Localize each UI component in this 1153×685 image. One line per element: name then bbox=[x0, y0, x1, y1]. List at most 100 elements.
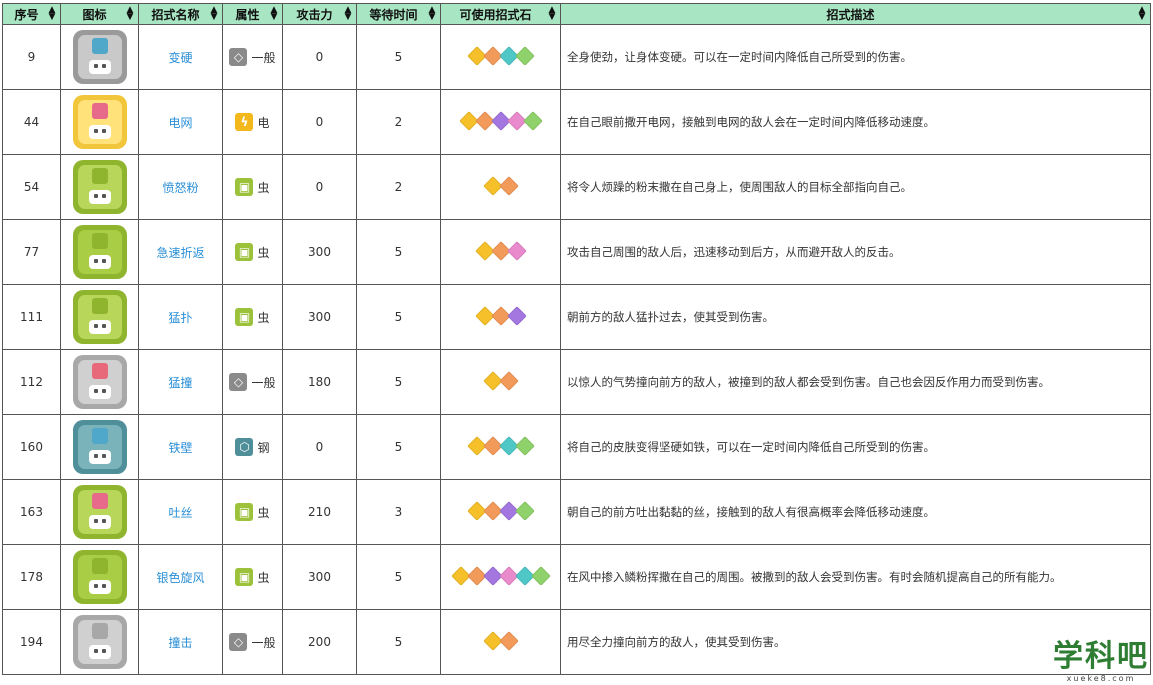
watermark-url: xueke8.com bbox=[1066, 674, 1136, 683]
cell-icon bbox=[60, 544, 139, 610]
table-row: 163 吐丝 ▣ 虫 210 3 朝自己的前方吐出黏黏的丝，接触到的敌人有很高概率会降低移动… bbox=[2, 479, 1151, 545]
sort-icon[interactable]: ▲ ▼ bbox=[210, 6, 218, 22]
type-icon: ▣ bbox=[235, 178, 254, 196]
header-col-stones[interactable]: 可使用招式石 ▲ ▼ bbox=[440, 3, 561, 25]
header-col-id[interactable]: 序号 ▲ ▼ bbox=[2, 3, 61, 25]
cell-type: ϟ电 bbox=[222, 89, 283, 155]
cell-attack: 210 bbox=[282, 479, 357, 545]
cell-icon bbox=[60, 284, 139, 350]
cell-name[interactable]: 猛扑 bbox=[138, 284, 223, 350]
tackle-icon[interactable] bbox=[72, 615, 127, 669]
sort-icon[interactable]: ▲ ▼ bbox=[548, 6, 556, 22]
angry-powder-icon[interactable] bbox=[72, 160, 127, 214]
cell-name[interactable]: 铁壁 bbox=[138, 414, 223, 480]
table-row: 194 撞击 ◇ 一般 200 5 用尽全力撞向前方的敌人，使其受到伤害。 bbox=[2, 609, 1151, 675]
cell-wait: 5 bbox=[356, 414, 441, 480]
move-stone-icon[interactable] bbox=[530, 565, 551, 586]
header-label: 等待时间 bbox=[369, 7, 418, 22]
cell-type: ⬡ 钢 bbox=[222, 414, 283, 480]
cell-wait: 3 bbox=[356, 479, 441, 545]
table-row: 178 银色旋风 ▣ 虫 300 5 在风中掺入鳞粉挥撒在自己的周围。被撒到的敌人会受到伤害… bbox=[2, 544, 1151, 610]
cell-attack: 0 bbox=[282, 414, 357, 480]
header-label: 招式名称 bbox=[151, 7, 200, 22]
move-stone-icon[interactable] bbox=[498, 630, 519, 651]
sort-icon[interactable]: ▲ ▼ bbox=[126, 6, 134, 22]
type-icon: ▣ bbox=[235, 568, 254, 586]
move-stone-icon[interactable] bbox=[514, 45, 535, 66]
header-col-name[interactable]: 招式名称 ▲ ▼ bbox=[138, 3, 223, 25]
cell-type: ◇ 一般 bbox=[222, 349, 283, 415]
cell-name[interactable]: 电网 bbox=[138, 89, 223, 155]
header-col-wait[interactable]: 等待时间 ▲ ▼ bbox=[356, 3, 441, 25]
type-icon: ◇ bbox=[229, 48, 248, 66]
cell-stones bbox=[440, 154, 561, 220]
cell-stones bbox=[440, 219, 561, 285]
cell-wait: 2 bbox=[356, 154, 441, 220]
type-icon: ▣ bbox=[235, 503, 254, 521]
cell-attack: 300 bbox=[282, 284, 357, 350]
electric-web-icon[interactable] bbox=[72, 95, 127, 149]
header-col-desc[interactable]: 招式描述 ▲ ▼ bbox=[560, 3, 1151, 25]
table-row: 111 猛扑 ▣ 虫 300 5 朝前方的敌人猛扑过去，使其受到伤害。 bbox=[2, 284, 1151, 350]
move-stone-icon[interactable] bbox=[514, 500, 535, 521]
header-col-attack[interactable]: 攻击力 ▲ ▼ bbox=[282, 3, 357, 25]
cell-name[interactable]: 猛撞 bbox=[138, 349, 223, 415]
type-icon: ⬡ bbox=[235, 438, 254, 456]
cell-wait: 5 bbox=[356, 609, 441, 675]
move-stone-icon[interactable] bbox=[506, 240, 527, 261]
cell-name[interactable]: 撞击 bbox=[138, 609, 223, 675]
double-edge-icon[interactable] bbox=[72, 355, 127, 409]
cell-name[interactable]: 银色旋风 bbox=[138, 544, 223, 610]
header-label: 招式描述 bbox=[826, 7, 875, 22]
type-label: 一般 bbox=[251, 50, 276, 65]
iron-defense-icon[interactable] bbox=[72, 420, 127, 474]
silver-wind-icon[interactable] bbox=[72, 550, 127, 604]
cell-stones bbox=[440, 284, 561, 350]
type-icon: ϟ bbox=[235, 113, 254, 131]
table-header-row: 序号 ▲ ▼ 图标 ▲ ▼ 招式名称 ▲ ▼ 属性 ▲ ▼ 攻击力 ▲ ▼ 等待时间 ▲ ▼ 可使用招式石 ▲ ▼ 招式描… bbox=[2, 3, 1151, 25]
type-label: 虫 bbox=[257, 570, 270, 585]
cell-desc: 在风中掺入鳞粉挥撒在自己的周围。被撒到的敌人会受到伤害。有时会随机提高自己的所有… bbox=[560, 544, 1151, 610]
pounce-icon[interactable] bbox=[72, 290, 127, 344]
header-label: 图标 bbox=[82, 7, 107, 22]
cell-icon bbox=[60, 414, 139, 480]
sort-icon[interactable]: ▲ ▼ bbox=[344, 6, 352, 22]
header-col-type[interactable]: 属性 ▲ ▼ bbox=[222, 3, 283, 25]
cell-stones bbox=[440, 414, 561, 480]
move-stone-icon[interactable] bbox=[514, 435, 535, 456]
guard-shield-icon[interactable] bbox=[72, 30, 127, 84]
type-label: 电 bbox=[257, 115, 270, 130]
cell-attack: 180 bbox=[282, 349, 357, 415]
string-shot-icon[interactable] bbox=[72, 485, 127, 539]
cell-name[interactable]: 变硬 bbox=[138, 24, 223, 90]
move-stone-icon[interactable] bbox=[498, 370, 519, 391]
cell-attack: 0 bbox=[282, 154, 357, 220]
header-label: 可使用招式石 bbox=[459, 7, 532, 22]
cell-icon bbox=[60, 24, 139, 90]
cell-desc: 以惊人的气势撞向前方的敌人，被撞到的敌人都会受到伤害。自己也会因反作用力而受到伤… bbox=[560, 349, 1151, 415]
cell-type: ◇ 一般 bbox=[222, 609, 283, 675]
type-label: 钢 bbox=[257, 440, 270, 455]
sort-icon[interactable]: ▲ ▼ bbox=[48, 6, 56, 22]
cell-stones bbox=[440, 89, 561, 155]
move-stone-icon[interactable] bbox=[522, 110, 543, 131]
type-icon: ▣ bbox=[235, 308, 254, 326]
cell-type: ▣ 虫 bbox=[222, 479, 283, 545]
cell-id: 77 bbox=[2, 219, 61, 285]
header-col-icon[interactable]: 图标 ▲ ▼ bbox=[60, 3, 139, 25]
cell-name[interactable]: 吐丝 bbox=[138, 479, 223, 545]
table-row: 112 猛撞 ◇ 一般 180 5 以惊人的气势撞向前方的敌人，被撞到的敌人都会受到伤害。自… bbox=[2, 349, 1151, 415]
sort-icon[interactable]: ▲ ▼ bbox=[428, 6, 436, 22]
move-stone-icon[interactable] bbox=[506, 305, 527, 326]
quick-return-icon[interactable] bbox=[72, 225, 127, 279]
table-row: 9 变硬 ◇ 一般 0 5 全身使劲，让身体变硬。可以在一定时间内降低自己所受到的伤害。 bbox=[2, 24, 1151, 90]
cell-id: 112 bbox=[2, 349, 61, 415]
cell-name[interactable]: 急速折返 bbox=[138, 219, 223, 285]
sort-icon[interactable]: ▲ ▼ bbox=[1138, 6, 1146, 22]
cell-name[interactable]: 愤怒粉 bbox=[138, 154, 223, 220]
table-row: 77 急速折返 ▣ 虫 300 5 攻击自己周围的敌人后，迅速移动到后方，从而避开敌人的反击… bbox=[2, 219, 1151, 285]
sort-icon[interactable]: ▲ ▼ bbox=[270, 6, 278, 22]
move-stone-icon[interactable] bbox=[498, 175, 519, 196]
type-label: 虫 bbox=[257, 310, 270, 325]
cell-id: 111 bbox=[2, 284, 61, 350]
